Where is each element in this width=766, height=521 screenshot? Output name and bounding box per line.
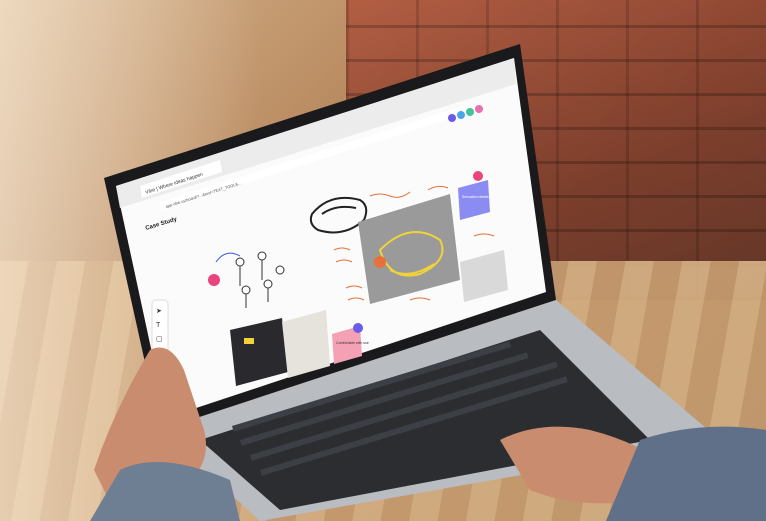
- collaborator-avatar[interactable]: [466, 108, 474, 116]
- collaborator-avatar[interactable]: [457, 111, 465, 119]
- photo-scene: Vibe | Where ideas happen app.vibe.us/bo…: [0, 0, 766, 521]
- collaborator-avatar[interactable]: [475, 105, 483, 113]
- sticky-pink-text: Comfortable with use: [336, 341, 369, 345]
- pointer-tool-icon[interactable]: ➤: [156, 308, 162, 315]
- comment-pin[interactable]: [374, 256, 386, 268]
- person-photo-light[interactable]: [282, 310, 330, 378]
- comment-pin[interactable]: [208, 274, 220, 286]
- laptop-illustration: Vibe | Where ideas happen app.vibe.us/bo…: [90, 44, 766, 521]
- photo-highlight: [244, 338, 254, 344]
- sticky-tool-icon[interactable]: ▢: [156, 336, 163, 343]
- sticky-blue-text: Sensation details: [462, 195, 489, 199]
- comment-pin[interactable]: [473, 171, 483, 181]
- comment-pin[interactable]: [353, 323, 363, 333]
- text-tool-icon[interactable]: T: [156, 322, 161, 329]
- collaborator-avatar[interactable]: [448, 114, 456, 122]
